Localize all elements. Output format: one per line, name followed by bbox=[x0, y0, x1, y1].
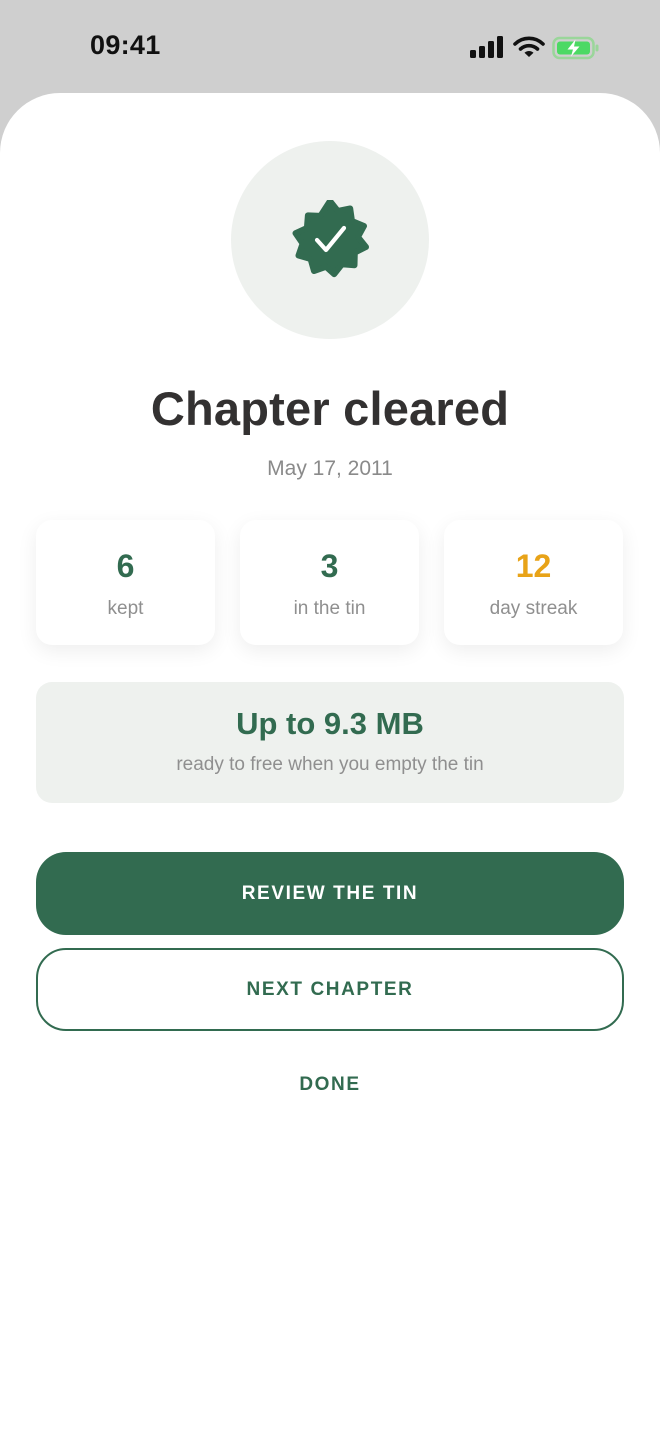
stat-label-streak: day streak bbox=[489, 598, 578, 619]
next-chapter-button[interactable]: NEXT CHAPTER bbox=[36, 948, 624, 1031]
review-tin-button[interactable]: REVIEW THE TIN bbox=[36, 852, 624, 935]
badge-circle bbox=[231, 141, 429, 339]
space-summary-card: Up to 9.3 MB ready to free when you empt… bbox=[36, 682, 624, 803]
done-button[interactable]: DONE bbox=[230, 1068, 430, 1102]
completion-date: May 17, 2011 bbox=[267, 457, 393, 480]
wifi-icon bbox=[513, 36, 545, 57]
space-value: Up to 9.3 MB bbox=[236, 706, 424, 741]
signal-icon bbox=[470, 36, 503, 58]
stat-label-kept: kept bbox=[107, 598, 144, 619]
verified-badge-check-icon bbox=[292, 200, 369, 278]
stat-value-streak: 12 bbox=[515, 548, 552, 584]
battery-charging-icon bbox=[552, 36, 599, 60]
stat-card-kept: 6 kept bbox=[36, 520, 215, 645]
space-note: ready to free when you empty the tin bbox=[176, 754, 484, 775]
stat-label-in-tin: in the tin bbox=[293, 598, 366, 619]
status-bar: 09:41 bbox=[0, 0, 660, 96]
completion-sheet: Chapter cleared May 17, 2011 6 kept 3 in… bbox=[0, 93, 660, 1434]
stat-value-in-tin: 3 bbox=[320, 548, 339, 584]
stat-value-kept: 6 bbox=[116, 548, 135, 584]
page-title: Chapter cleared bbox=[150, 382, 510, 435]
status-time: 09:41 bbox=[90, 30, 161, 60]
stat-card-in-tin: 3 in the tin bbox=[240, 520, 419, 645]
stat-card-streak: 12 day streak bbox=[444, 520, 623, 645]
